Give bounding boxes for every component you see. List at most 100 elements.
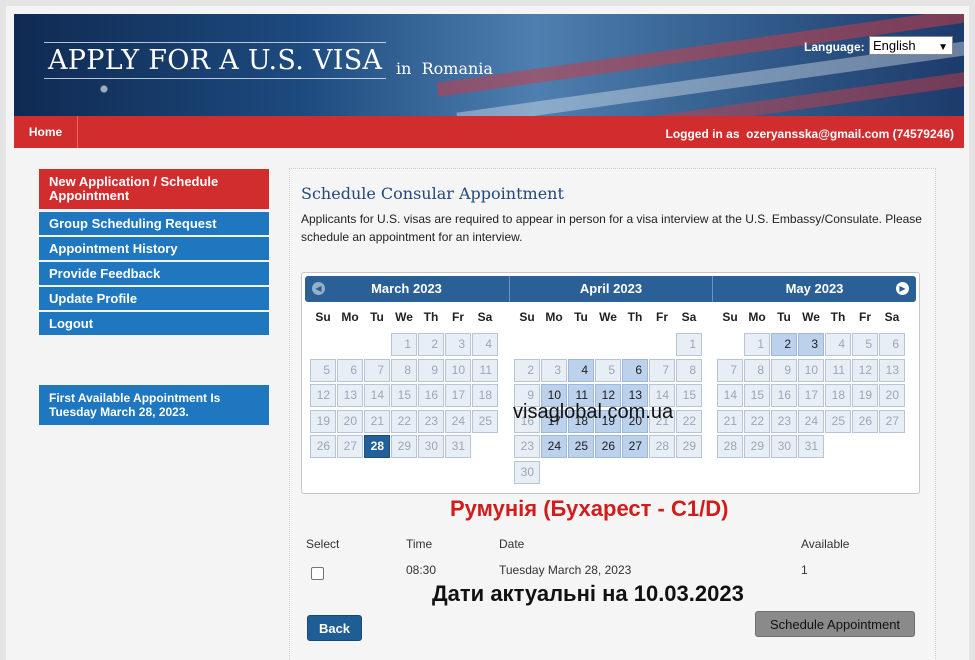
schedule-appointment-button[interactable]: Schedule Appointment bbox=[755, 611, 915, 637]
calendar-day-disabled: 7 bbox=[364, 358, 390, 382]
calendar-day-disabled: 20 bbox=[879, 384, 905, 407]
calendar-day-disabled: 31 bbox=[798, 435, 824, 458]
calendar-day-disabled: 28 bbox=[649, 435, 675, 458]
calendar-day-disabled: 5 bbox=[595, 358, 621, 382]
calendar-day-disabled: 2 bbox=[418, 333, 444, 356]
calendar-day-disabled: 17 bbox=[798, 384, 824, 407]
page-title: Schedule Consular Appointment bbox=[301, 184, 564, 203]
calendar-day-disabled: 22 bbox=[676, 409, 702, 433]
calendar-day-disabled: 14 bbox=[364, 384, 390, 407]
sidebar-item-logout[interactable]: Logout bbox=[39, 312, 269, 335]
col-header-date: Date bbox=[499, 537, 525, 551]
calendar-day-disabled: 3 bbox=[541, 358, 567, 382]
weekday-label: Fr bbox=[656, 310, 668, 324]
col-header-select: Select bbox=[306, 537, 340, 551]
calendar-day-disabled: 16 bbox=[418, 384, 444, 407]
calendar-day-disabled: 10 bbox=[798, 358, 824, 382]
calendar-day-disabled: 26 bbox=[310, 435, 336, 458]
calendar-day-available[interactable]: 3 bbox=[798, 333, 824, 356]
calendar-day-disabled: 28 bbox=[717, 435, 743, 458]
slot-time: 08:30 bbox=[406, 563, 437, 577]
calendar-day-disabled: 12 bbox=[852, 358, 878, 382]
weekday-label: Mo bbox=[545, 310, 563, 324]
sidebar: New Application / Schedule Appointment G… bbox=[39, 169, 269, 337]
calendar-day-available[interactable]: 24 bbox=[541, 435, 567, 458]
calendar-day-disabled: 25 bbox=[825, 409, 851, 433]
calendar-day-available[interactable]: 6 bbox=[622, 358, 648, 382]
calendar-day-disabled: 19 bbox=[310, 409, 336, 433]
weekday-label: Su bbox=[519, 310, 535, 324]
country-prefix: in bbox=[396, 59, 412, 78]
calendar-day-disabled: 8 bbox=[391, 358, 417, 382]
calendar-day-disabled: 22 bbox=[744, 409, 770, 433]
calendar-day-disabled: 29 bbox=[676, 435, 702, 458]
calendar-day-available[interactable]: 26 bbox=[595, 435, 621, 458]
calendar-day-available[interactable]: 4 bbox=[568, 358, 594, 382]
calendar-day-disabled: 1 bbox=[391, 333, 417, 356]
calendar-day-disabled: 4 bbox=[825, 333, 851, 356]
site-country: in Romania bbox=[396, 59, 493, 78]
calendar-day-disabled: 20 bbox=[337, 409, 363, 433]
calendar-day-disabled: 25 bbox=[472, 409, 498, 433]
calendar-day-disabled: 8 bbox=[676, 358, 702, 382]
calendar-day-disabled: 27 bbox=[337, 435, 363, 458]
calendar-day-disabled: 11 bbox=[472, 358, 498, 382]
calendar-day-disabled: 13 bbox=[337, 384, 363, 407]
col-header-available: Available bbox=[801, 537, 850, 551]
month-title: May 2023 bbox=[712, 276, 916, 302]
calendar-day-disabled: 8 bbox=[744, 358, 770, 382]
calendar-day-disabled: 2 bbox=[514, 358, 540, 382]
sidebar-item-new-application[interactable]: New Application / Schedule Appointment bbox=[39, 169, 269, 209]
datepicker-header: ◀ ▶ March 2023 April 2023 May 2023 bbox=[305, 276, 916, 302]
calendar-day-disabled: 19 bbox=[852, 384, 878, 407]
back-button[interactable]: Back bbox=[307, 615, 362, 641]
month-title: March 2023 bbox=[371, 281, 442, 296]
sidebar-item-appointment-history[interactable]: Appointment History bbox=[39, 237, 269, 260]
calendar-day-selected[interactable]: 28 bbox=[364, 435, 390, 458]
first-available-note: First Available Appointment Is Tuesday M… bbox=[39, 385, 269, 425]
calendar-day-disabled: 5 bbox=[310, 358, 336, 382]
calendar-day-disabled: 30 bbox=[418, 435, 444, 458]
weekday-label: Tu bbox=[574, 310, 588, 324]
calendar-day-disabled: 22 bbox=[391, 409, 417, 433]
calendar-day-disabled: 31 bbox=[445, 435, 471, 458]
calendar-day-disabled: 30 bbox=[771, 435, 797, 458]
calendar-day-available[interactable]: 2 bbox=[771, 333, 797, 356]
weekday-label: Mo bbox=[341, 310, 359, 324]
weekday-label: Th bbox=[423, 310, 439, 324]
weekday-label: We bbox=[599, 310, 617, 324]
weekday-label: Fr bbox=[452, 310, 464, 324]
weekday-label: Sa bbox=[681, 310, 697, 324]
language-label: Language: bbox=[804, 40, 865, 54]
weekday-label: We bbox=[802, 310, 820, 324]
site-title: APPLY FOR A U.S. VISA bbox=[44, 42, 387, 79]
date-actual-overlay: Дати актуальні на 10.03.2023 bbox=[432, 581, 744, 606]
calendar-day-disabled: 1 bbox=[744, 333, 770, 356]
calendar-day-disabled: 17 bbox=[445, 384, 471, 407]
weekday-label: Th bbox=[627, 310, 643, 324]
slot-available: 1 bbox=[801, 563, 808, 577]
calendar-day-available[interactable]: 27 bbox=[622, 435, 648, 458]
calendar-day-disabled: 11 bbox=[825, 358, 851, 382]
home-link[interactable]: Home bbox=[14, 116, 78, 148]
sidebar-item-group-scheduling[interactable]: Group Scheduling Request bbox=[39, 212, 269, 235]
col-header-time: Time bbox=[406, 537, 433, 551]
sidebar-item-provide-feedback[interactable]: Provide Feedback bbox=[39, 262, 269, 285]
weekday-label: Su bbox=[315, 310, 331, 324]
calendar-day-disabled: 9 bbox=[418, 358, 444, 382]
header-banner: APPLY FOR A U.S. VISA in Romania Languag… bbox=[14, 14, 964, 116]
calendar-day-disabled: 15 bbox=[391, 384, 417, 407]
datepicker: ◀ ▶ March 2023 April 2023 May 2023 Su Mo Tu W… bbox=[301, 272, 920, 494]
calendar-day-available[interactable]: 25 bbox=[568, 435, 594, 458]
language-select[interactable]: English ▼ bbox=[869, 36, 953, 55]
calendar-day-disabled: 15 bbox=[744, 384, 770, 407]
weekday-label: Sa bbox=[477, 310, 493, 324]
select-checkbox[interactable] bbox=[311, 567, 324, 580]
calendar-day-disabled: 3 bbox=[445, 333, 471, 356]
calendar-day-disabled: 7 bbox=[717, 358, 743, 382]
calendar-day-disabled: 26 bbox=[852, 409, 878, 433]
calendar-day-disabled: 30 bbox=[514, 460, 540, 484]
calendar-day-disabled: 21 bbox=[717, 409, 743, 433]
calendar-day-disabled: 23 bbox=[514, 435, 540, 458]
sidebar-item-update-profile[interactable]: Update Profile bbox=[39, 287, 269, 310]
